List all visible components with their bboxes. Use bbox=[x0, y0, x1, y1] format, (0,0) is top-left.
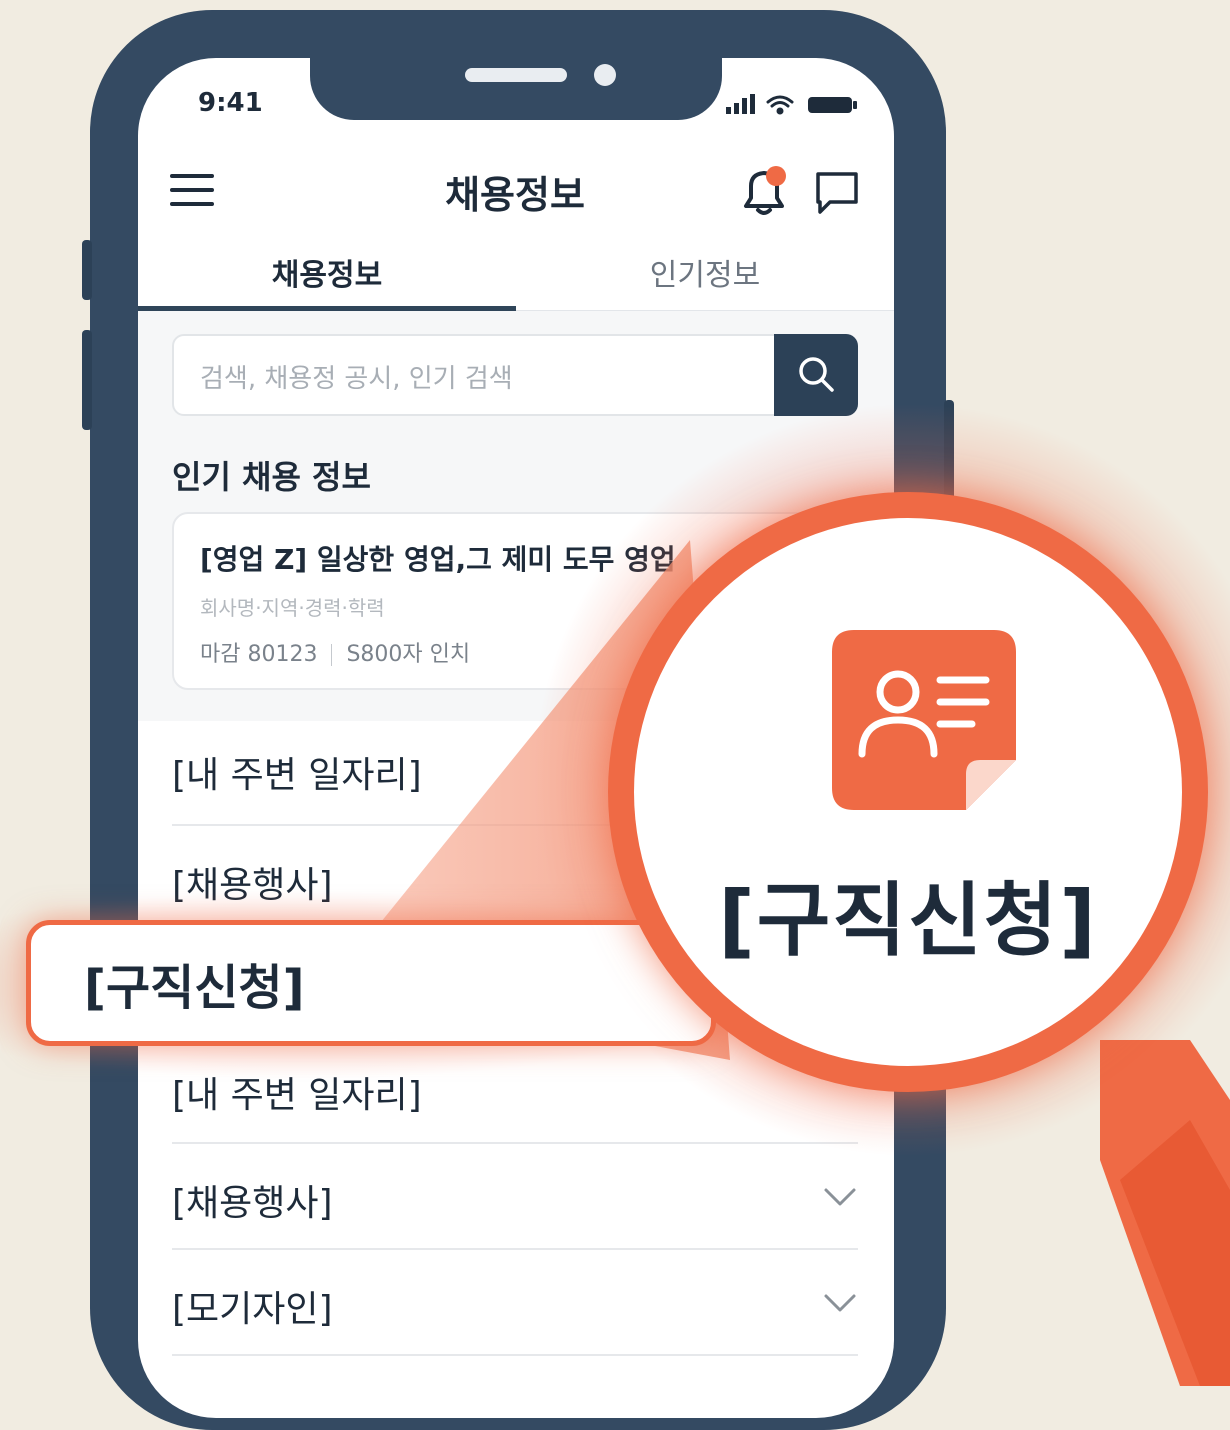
chat-bubble-icon[interactable] bbox=[814, 170, 860, 216]
popular-jobs-heading: 인기 채용 정보 bbox=[172, 458, 371, 496]
search-icon bbox=[799, 357, 834, 392]
chevron-down-icon[interactable] bbox=[818, 1288, 862, 1318]
job-application-icon bbox=[832, 630, 1016, 810]
cellular-signal-icon bbox=[726, 94, 755, 114]
chevron-down-icon[interactable] bbox=[818, 1182, 862, 1212]
status-time: 9:41 bbox=[198, 88, 263, 118]
menu-item-nearby-jobs[interactable]: [내 주변 일자리] bbox=[172, 746, 422, 798]
list-divider bbox=[172, 1354, 858, 1356]
search-button[interactable] bbox=[774, 334, 858, 416]
job-card-deadline: 마감 80123 bbox=[200, 642, 318, 667]
search-placeholder: 검색, 채용정 공시, 인기 검색 bbox=[200, 364, 513, 394]
page-title: 채용정보 bbox=[445, 173, 585, 217]
status-icons bbox=[726, 94, 857, 115]
menu-item-extra[interactable]: [모기자인] bbox=[172, 1280, 333, 1332]
phone-speaker bbox=[465, 68, 567, 82]
job-card-meta: 마감 80123 S800자 인치 bbox=[200, 636, 470, 668]
job-card-salary: S800자 인치 bbox=[346, 642, 471, 667]
bell-icon[interactable] bbox=[736, 162, 792, 218]
hamburger-icon[interactable] bbox=[170, 172, 214, 208]
phone-volume-button bbox=[82, 330, 92, 430]
magnifier-handle bbox=[1100, 1040, 1230, 1386]
menu-item-job-events-2[interactable]: [채용행사] bbox=[172, 1174, 333, 1226]
magnifier-label: [구직신청] bbox=[718, 874, 1098, 967]
job-card-subtitle: 회사명·지역·경력·학력 bbox=[200, 596, 385, 620]
tab-jobs[interactable]: 채용정보 bbox=[138, 250, 516, 294]
list-divider bbox=[172, 1142, 858, 1144]
tab-popular[interactable]: 인기정보 bbox=[516, 250, 894, 294]
list-divider bbox=[172, 1248, 858, 1250]
wifi-icon bbox=[766, 95, 794, 115]
battery-icon bbox=[808, 97, 857, 113]
phone-mute-button bbox=[82, 240, 92, 300]
meta-separator bbox=[331, 644, 333, 666]
phone-camera bbox=[594, 64, 616, 86]
highlighted-menu-label: [구직신청] bbox=[84, 960, 305, 1016]
notification-dot bbox=[766, 166, 786, 186]
